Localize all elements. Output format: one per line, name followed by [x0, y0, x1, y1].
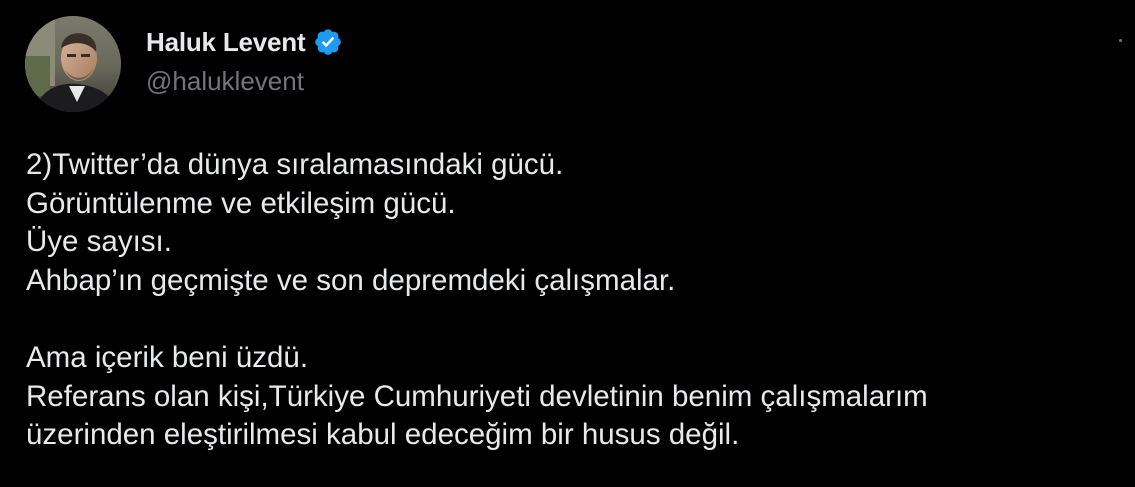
tweet-line: 2)Twitter’da dünya sıralamasındaki gücü.	[26, 148, 564, 181]
tweet-line: üzerinden eleştirilmesi kabul edeceğim b…	[26, 418, 740, 452]
avatar-photo	[25, 16, 121, 112]
author-handle[interactable]: @haluklevent	[146, 66, 304, 97]
tweet-line: Görüntülenme ve etkileşim gücü.	[26, 186, 456, 220]
tweet-line: Ahbap’ın geçmişte ve son depremdeki çalı…	[26, 263, 676, 297]
tweet-line: Referans olan kişi,Türkiye Cumhuriyeti d…	[26, 379, 928, 413]
verified-badge-icon[interactable]	[313, 27, 343, 57]
author-name-row: Haluk Levent	[146, 24, 343, 60]
tweet-line: Ama içerik beni üzdü.	[26, 340, 309, 374]
author-display-name[interactable]: Haluk Levent	[146, 27, 306, 58]
tweet-card: Haluk Levent @haluklevent 2)Twitter’da d…	[0, 0, 1135, 487]
avatar[interactable]	[25, 16, 121, 112]
tweet-line: Üye sayısı.	[26, 225, 172, 259]
tweet-text: 2)Twitter’da dünya sıralamasındaki gücü.…	[26, 146, 1116, 455]
more-options-icon[interactable]	[1113, 30, 1127, 50]
more-options-dot	[1118, 38, 1122, 42]
